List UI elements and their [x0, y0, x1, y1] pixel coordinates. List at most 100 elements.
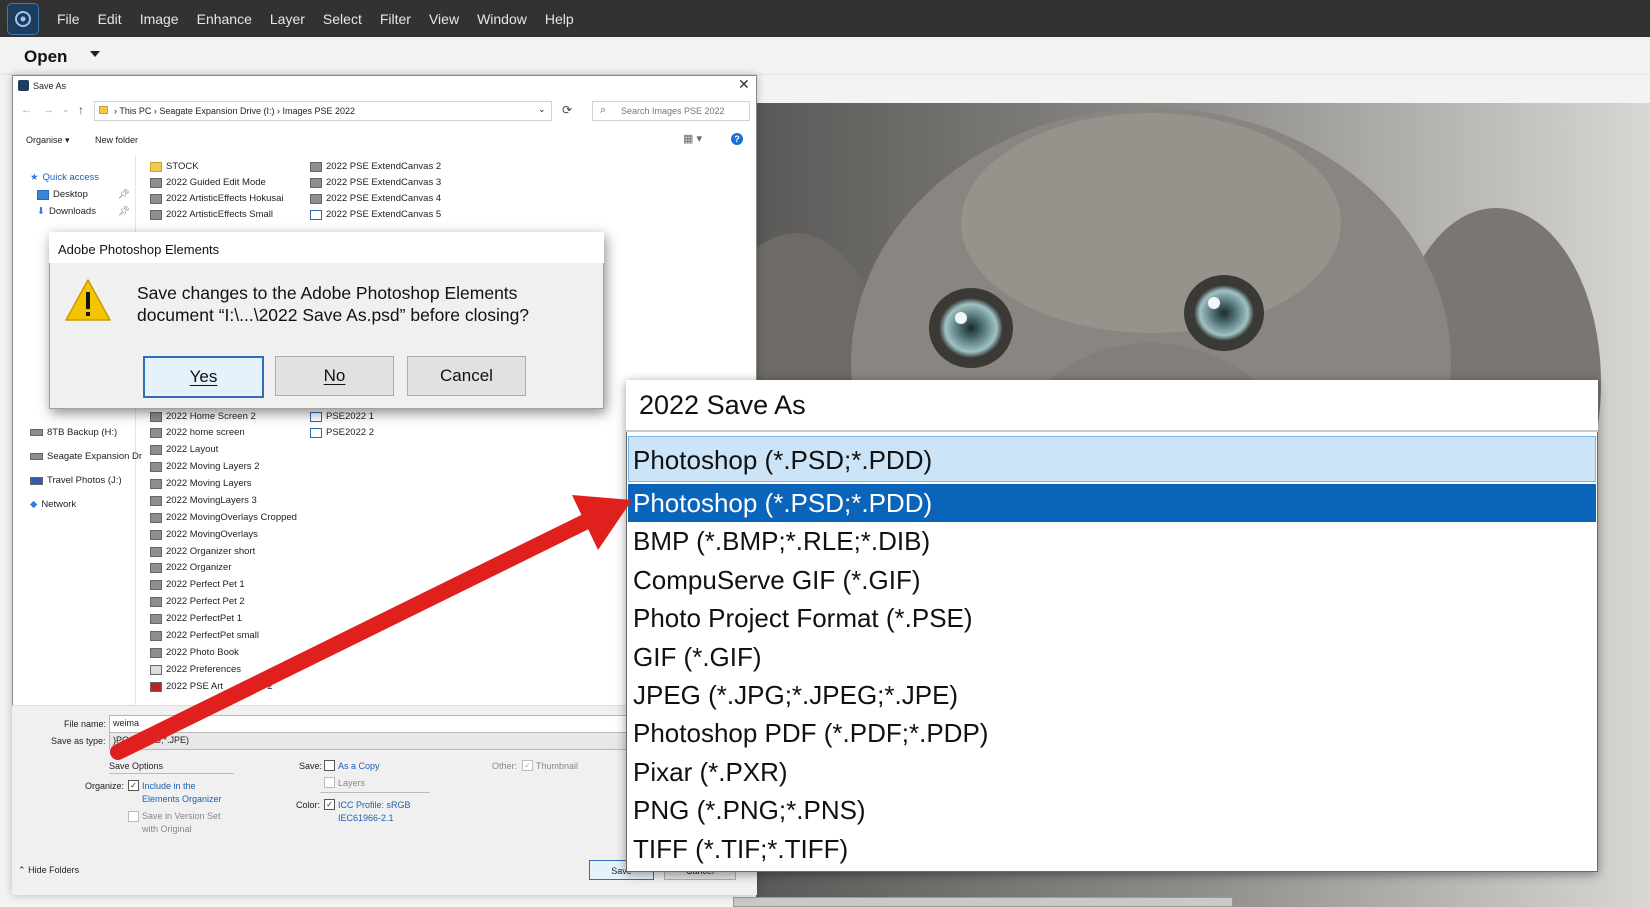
menu-file[interactable]: File	[57, 11, 80, 27]
list-item[interactable]: 2022 PerfectPet 1	[150, 613, 242, 624]
save-as-title: Save As	[33, 81, 67, 91]
list-item[interactable]: 2022 Layout	[150, 444, 218, 455]
list-item[interactable]: 2022 PerfectPet small	[150, 630, 259, 641]
list-item[interactable]: 2022 PSE ExtendCanvas 4	[310, 193, 441, 204]
download-icon: ⬇	[37, 206, 45, 217]
list-item[interactable]: 2022 Preferences	[150, 664, 241, 675]
image-file-icon	[150, 193, 162, 204]
chevron-down-icon[interactable]: ⌄	[538, 104, 546, 115]
view-icon[interactable]: ▦ ▾	[683, 132, 702, 145]
layers-checkbox[interactable]	[324, 777, 337, 789]
list-item[interactable]: 2022 Photo Book	[150, 647, 239, 658]
option-png[interactable]: PNG (*.PNG;*.PNS)	[628, 791, 1596, 829]
list-item[interactable]: 2022 Perfect Pet 2	[150, 596, 245, 607]
image-file-icon	[150, 177, 162, 188]
version-set-checkbox[interactable]	[128, 811, 141, 823]
list-item[interactable]: PSE2022 1	[310, 411, 374, 422]
list-item[interactable]: 2022 Moving Layers	[150, 478, 252, 489]
menu-image[interactable]: Image	[140, 11, 179, 27]
list-item[interactable]: PSE2022 2	[310, 427, 374, 438]
drive-icon	[30, 453, 43, 460]
option-pse[interactable]: Photo Project Format (*.PSE)	[628, 599, 1596, 637]
nav-quick-access[interactable]: ★ Quick access	[30, 172, 99, 183]
list-item[interactable]: 2022 ArtisticEffects Hokusai	[150, 193, 284, 204]
folder-icon	[99, 106, 108, 114]
chevron-up-icon: ⌃	[18, 865, 26, 875]
list-item[interactable]: 2022 PSE Art	[150, 681, 223, 692]
option-gif[interactable]: GIF (*.GIF)	[628, 638, 1596, 676]
nav-travel-photos[interactable]: Travel Photos (J:)	[30, 475, 122, 486]
list-item[interactable]: 2022 PSE ExtendCanvas 5	[310, 209, 441, 220]
list-item[interactable]: 2022 home screen	[150, 427, 245, 438]
list-item[interactable]: 2022 Organizer	[150, 562, 231, 573]
nav-seagate[interactable]: Seagate Expansion Dr	[30, 451, 142, 462]
image-file-icon	[310, 177, 322, 188]
canvas-scrollbar[interactable]	[733, 897, 1233, 907]
option-bmp[interactable]: BMP (*.BMP;*.RLE;*.DIB)	[628, 522, 1596, 560]
menu-help[interactable]: Help	[545, 11, 574, 27]
cancel-button[interactable]: Cancel	[407, 356, 526, 396]
image-file-icon	[150, 613, 162, 624]
back-arrow-icon[interactable]: ←	[21, 104, 32, 116]
save-type-select[interactable]: )PG;*.JPEG;*.JPE)	[109, 732, 654, 750]
list-item[interactable]: 2022 Guided Edit Mode	[150, 177, 266, 188]
as-copy-checkbox[interactable]	[324, 760, 337, 772]
option-jpeg[interactable]: JPEG (*.JPG;*.JPEG;*.JPE)	[628, 676, 1596, 714]
nav-downloads[interactable]: ⬇ Downloads 📌︎	[37, 206, 130, 217]
layers-label: Layers	[338, 778, 366, 788]
hide-folders-button[interactable]: ⌃ Hide Folders	[18, 865, 79, 876]
no-button[interactable]: No	[275, 356, 394, 396]
list-item[interactable]: 2022 Organizer short	[150, 546, 255, 557]
menu-filter[interactable]: Filter	[380, 11, 411, 27]
menu-enhance[interactable]: Enhance	[197, 11, 252, 27]
nav-8tb-backup[interactable]: 8TB Backup (H:)	[30, 427, 117, 438]
option-photoshop-pdf[interactable]: Photoshop PDF (*.PDF;*.PDP)	[628, 714, 1596, 752]
new-folder-button[interactable]: New folder	[95, 135, 138, 145]
nav-desktop[interactable]: Desktop 📌︎	[37, 189, 130, 200]
refresh-icon[interactable]: ⟳	[562, 103, 572, 117]
image-file-icon	[150, 478, 162, 489]
divider	[109, 773, 234, 774]
option-photoshop[interactable]: Photoshop (*.PSD;*.PDD)	[628, 484, 1596, 523]
option-compuserve-gif[interactable]: CompuServe GIF (*.GIF)	[628, 561, 1596, 599]
menu-window[interactable]: Window	[477, 11, 527, 27]
list-item[interactable]: 2022 MovingLayers 3	[150, 495, 257, 506]
list-item[interactable]: 2022 PSE ExtendCanvas 3	[310, 177, 441, 188]
chevron-down-icon[interactable]	[90, 51, 100, 57]
breadcrumb-this-pc[interactable]: This PC	[119, 106, 151, 116]
breadcrumb-seagate[interactable]: Seagate Expansion Drive (I:)	[159, 106, 274, 116]
yes-button[interactable]: Yes	[143, 356, 264, 398]
menu-edit[interactable]: Edit	[98, 11, 122, 27]
forward-arrow-icon[interactable]: →	[43, 104, 54, 116]
option-pixar[interactable]: Pixar (*.PXR)	[628, 753, 1596, 791]
app-logo-icon[interactable]	[7, 2, 39, 35]
chevron-down-icon[interactable]: ⌄	[62, 104, 70, 115]
list-item[interactable]: 2022 ArtisticEffects Small	[150, 209, 273, 220]
nav-network[interactable]: ◆ Network	[30, 499, 76, 510]
file-name-field[interactable]: weima	[109, 715, 654, 733]
option-tiff[interactable]: TIFF (*.TIF;*.TIFF)	[628, 830, 1596, 868]
list-item-tail: s 2	[260, 681, 273, 692]
menu-view[interactable]: View	[429, 11, 459, 27]
close-icon[interactable]: ✕	[738, 76, 750, 93]
list-item[interactable]: STOCK	[150, 161, 199, 172]
up-arrow-icon[interactable]: ↑	[78, 103, 84, 117]
organise-menu[interactable]: Organise ▾	[26, 135, 70, 146]
list-item[interactable]: 2022 Home Screen 2	[150, 411, 256, 422]
menu-layer[interactable]: Layer	[270, 11, 305, 27]
breadcrumb-images[interactable]: Images PSE 2022	[282, 106, 355, 116]
open-button[interactable]: Open	[24, 47, 67, 67]
icc-profile-checkbox[interactable]: ✓	[324, 799, 337, 811]
image-file-icon	[150, 664, 162, 675]
thumbnail-checkbox[interactable]: ✓	[522, 760, 535, 772]
include-organizer-checkbox[interactable]: ✓	[128, 780, 141, 792]
list-item[interactable]: 2022 MovingOverlays	[150, 529, 258, 540]
help-icon[interactable]: ?	[731, 133, 743, 145]
include-organizer-label-1: Include in the	[142, 781, 196, 791]
list-item[interactable]: 2022 Perfect Pet 1	[150, 579, 245, 590]
list-item[interactable]: 2022 MovingOverlays Cropped	[150, 512, 297, 523]
list-item[interactable]: 2022 Moving Layers 2	[150, 461, 259, 472]
menu-select[interactable]: Select	[323, 11, 362, 27]
list-item[interactable]: 2022 PSE ExtendCanvas 2	[310, 161, 441, 172]
image-file-icon	[150, 630, 162, 641]
